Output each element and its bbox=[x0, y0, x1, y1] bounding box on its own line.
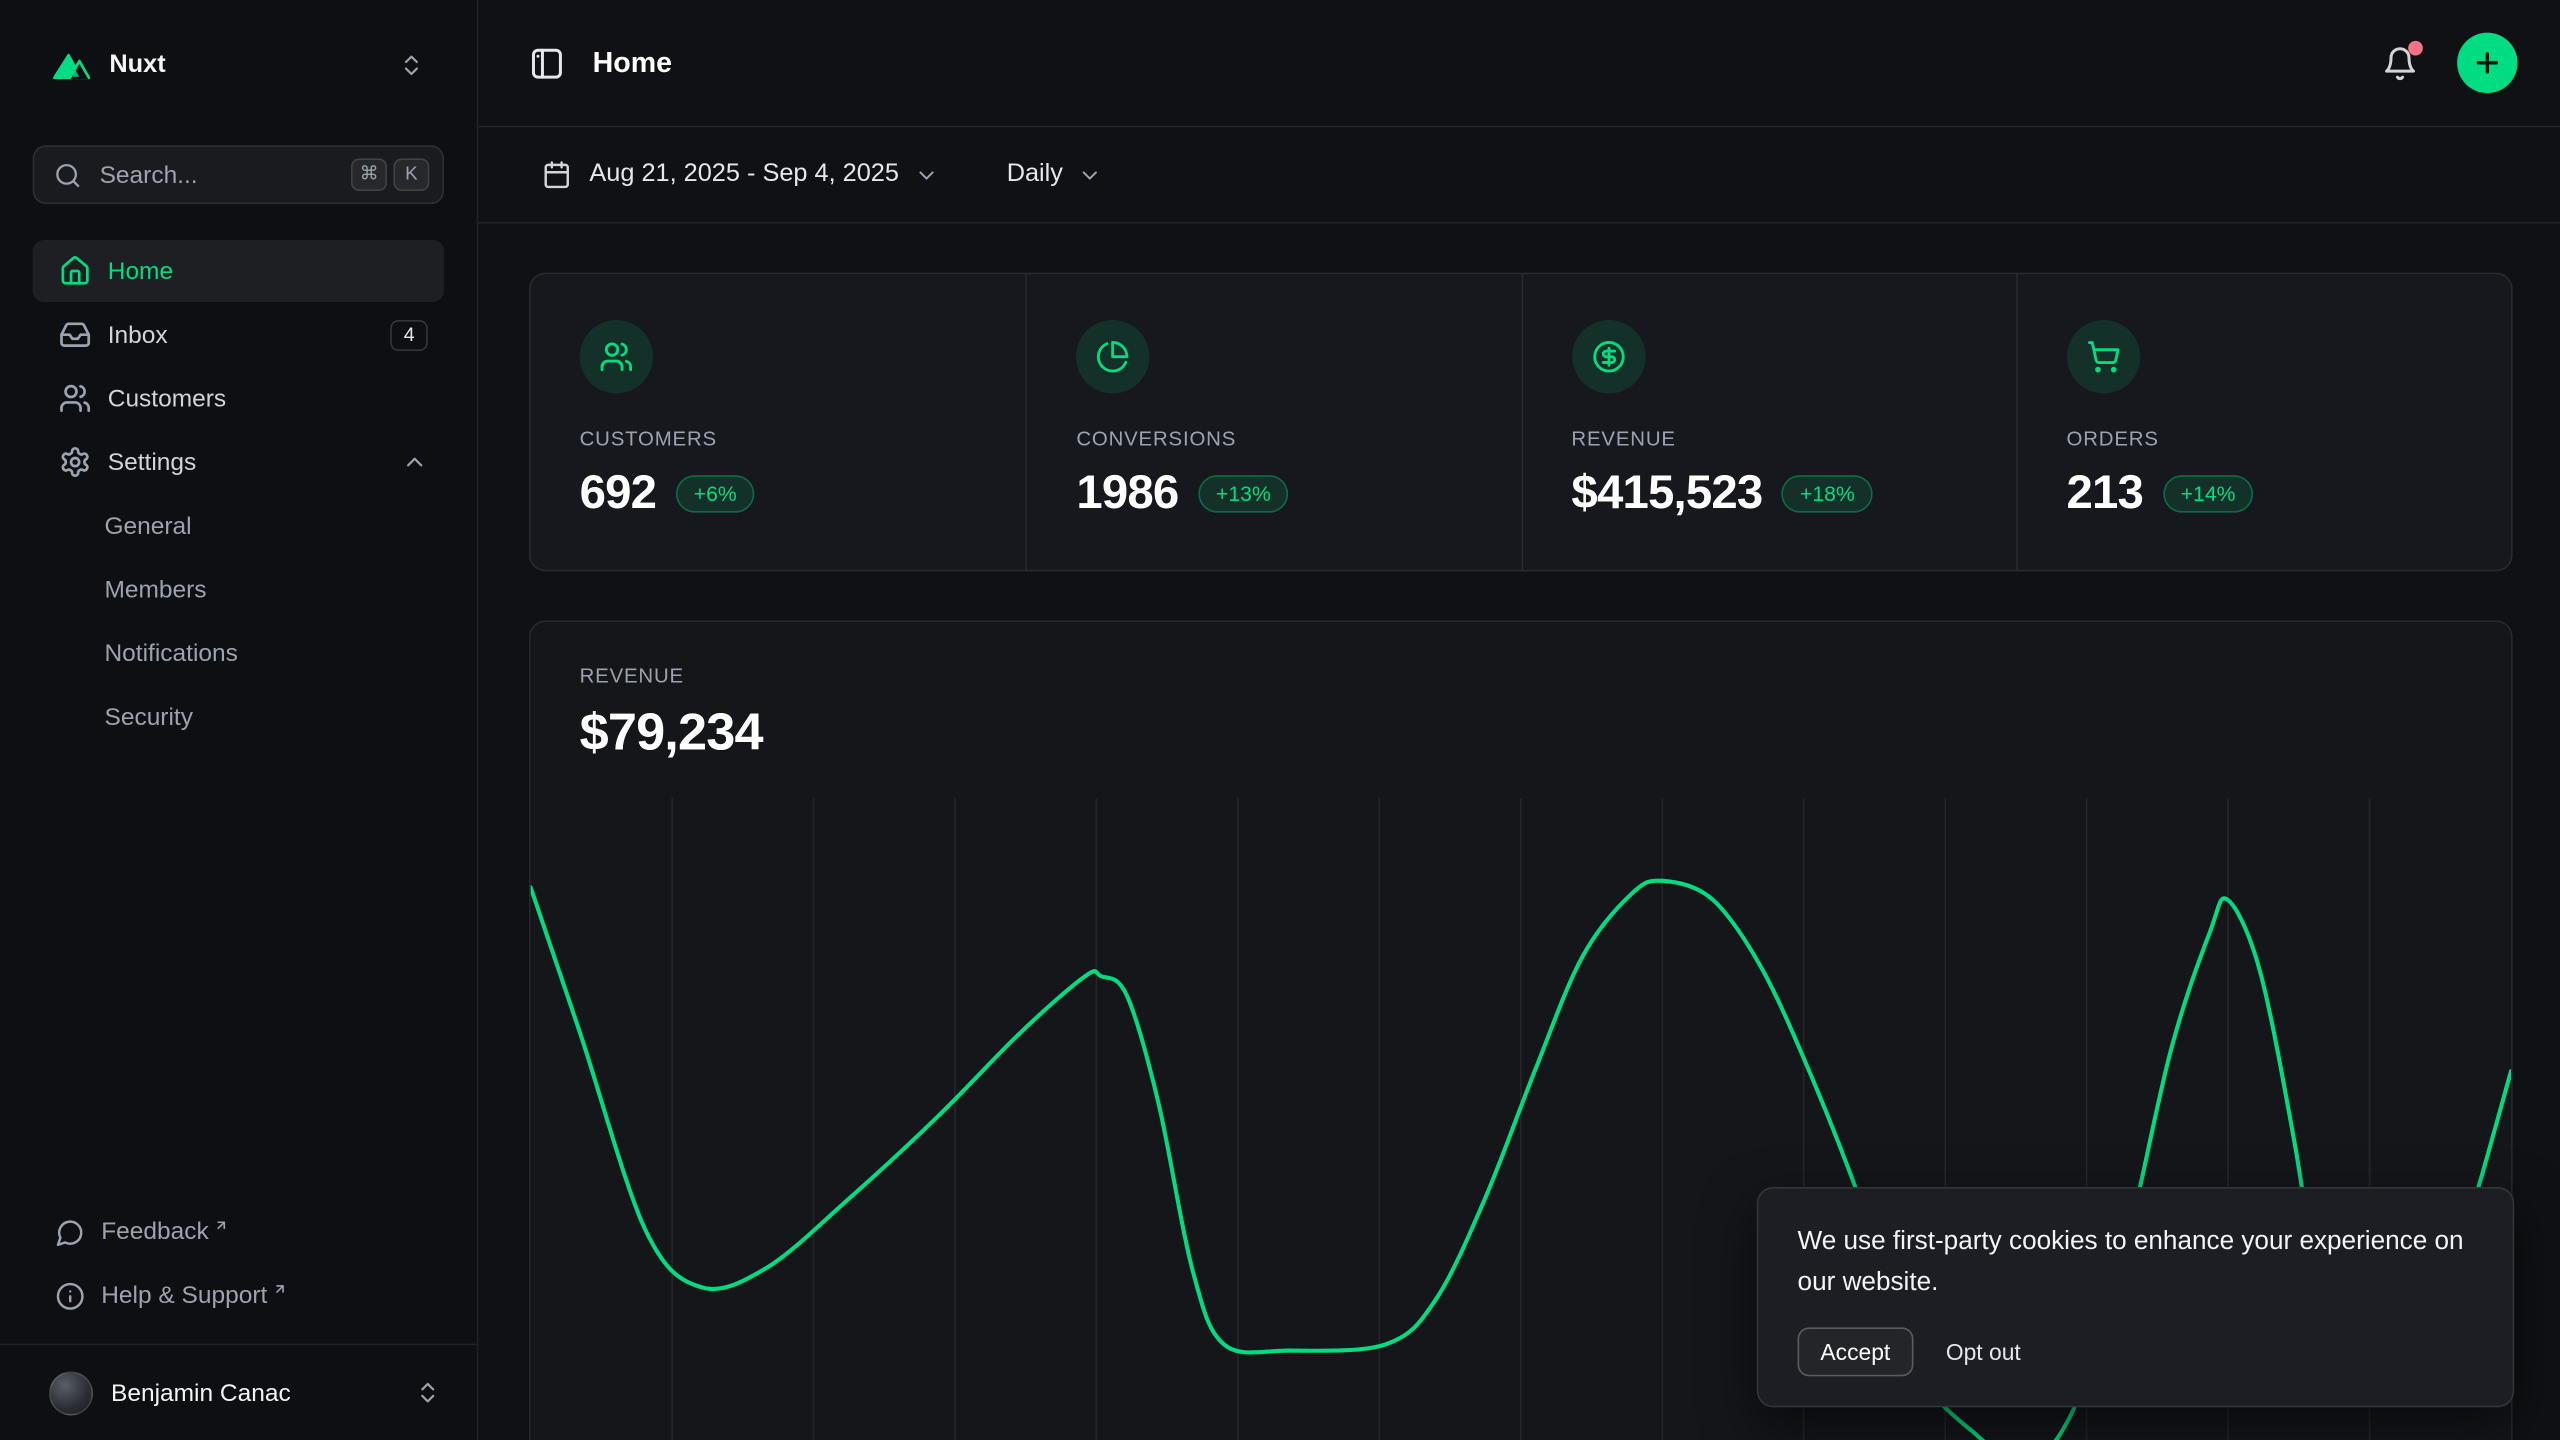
sidebar-item-label: Inbox bbox=[108, 321, 391, 349]
notification-dot bbox=[2408, 40, 2423, 55]
create-button[interactable] bbox=[2457, 33, 2517, 93]
help-circle-icon bbox=[56, 1281, 85, 1310]
home-icon bbox=[59, 255, 92, 288]
stat-label: REVENUE bbox=[1571, 428, 1967, 451]
filters-toolbar: Aug 21, 2025 - Sep 4, 2025 Daily bbox=[478, 127, 2560, 223]
sidebar-item-notifications[interactable]: Notifications bbox=[33, 622, 444, 686]
stat-delta-badge: +13% bbox=[1198, 475, 1289, 513]
dashboard-content: CUSTOMERS 692 +6% CONVERSIONS 1986 +13% bbox=[478, 224, 2560, 1440]
stat-customers: CUSTOMERS 692 +6% bbox=[531, 274, 1026, 570]
top-header: Home bbox=[478, 0, 2560, 127]
kbd-command: ⌘ bbox=[351, 158, 387, 191]
users-icon bbox=[580, 320, 653, 393]
revenue-chart-label: REVENUE bbox=[580, 664, 2462, 687]
date-range-label: Aug 21, 2025 - Sep 4, 2025 bbox=[589, 160, 899, 189]
accept-button[interactable]: Accept bbox=[1798, 1327, 1914, 1376]
app-window: Nuxt ⌘ K Home Inb bbox=[0, 0, 2560, 1440]
users-icon bbox=[59, 382, 92, 415]
sidebar-item-label: Settings bbox=[108, 448, 402, 476]
avatar bbox=[49, 1371, 93, 1415]
stat-value: $415,523 bbox=[1571, 467, 1762, 521]
help-support-label: Help & Support bbox=[101, 1282, 267, 1310]
workspace-switcher[interactable]: Nuxt bbox=[33, 29, 444, 101]
stat-delta-badge: +6% bbox=[676, 475, 755, 513]
search-icon bbox=[54, 161, 82, 189]
stat-orders: ORDERS 213 +14% bbox=[2016, 274, 2511, 570]
granularity-select[interactable]: Daily bbox=[994, 150, 1116, 199]
sidebar-item-members[interactable]: Members bbox=[33, 558, 444, 622]
inbox-icon bbox=[59, 318, 92, 351]
sidebar-item-label: Customers bbox=[108, 384, 428, 412]
sidebar-nav: Home Inbox 4 Customers Settings bbox=[33, 240, 444, 749]
sidebar-item-home[interactable]: Home bbox=[33, 240, 444, 302]
inbox-count-badge: 4 bbox=[391, 319, 428, 350]
chat-bubble-icon bbox=[56, 1217, 85, 1246]
stat-label: ORDERS bbox=[2067, 428, 2463, 451]
chevrons-up-down-icon bbox=[415, 1380, 441, 1406]
nuxt-logo-icon bbox=[52, 51, 91, 80]
sidebar-item-general[interactable]: General bbox=[33, 495, 444, 559]
settings-submenu: General Members Notifications Security bbox=[33, 495, 444, 750]
chevron-down-icon bbox=[914, 162, 938, 186]
sidebar-item-security[interactable]: Security bbox=[33, 686, 444, 750]
stat-value: 213 bbox=[2067, 467, 2144, 521]
stat-delta-badge: +18% bbox=[1782, 475, 1873, 513]
search-box[interactable]: ⌘ K bbox=[33, 145, 444, 204]
stats-panel: CUSTOMERS 692 +6% CONVERSIONS 1986 +13% bbox=[529, 273, 2513, 572]
kbd-k: K bbox=[393, 158, 429, 191]
sidebar-toggle-button[interactable] bbox=[529, 45, 565, 81]
search-input[interactable] bbox=[96, 159, 344, 190]
page-title: Home bbox=[593, 46, 2376, 80]
cart-icon bbox=[2067, 320, 2140, 393]
feedback-link[interactable]: Feedback bbox=[33, 1200, 444, 1264]
feedback-label: Feedback bbox=[101, 1218, 209, 1246]
sidebar: Nuxt ⌘ K Home Inb bbox=[0, 0, 478, 1440]
main-area: Home Aug 21, 2025 - Sep 4, 2025 Daily bbox=[478, 0, 2560, 1440]
sidebar-footer-links: Feedback Help & Support bbox=[33, 1200, 444, 1327]
stat-label: CONVERSIONS bbox=[1076, 428, 1472, 451]
chevrons-up-down-icon bbox=[398, 52, 424, 78]
notifications-button[interactable] bbox=[2376, 38, 2425, 87]
external-link-icon bbox=[214, 1217, 229, 1232]
calendar-icon bbox=[542, 160, 571, 189]
user-name: Benjamin Canac bbox=[111, 1379, 415, 1407]
dollar-circle-icon bbox=[1571, 320, 1644, 393]
sidebar-item-settings[interactable]: Settings bbox=[33, 431, 444, 493]
sidebar-item-customers[interactable]: Customers bbox=[33, 367, 444, 429]
chevron-down-icon bbox=[1078, 162, 1102, 186]
stat-value: 1986 bbox=[1076, 467, 1178, 521]
stat-value: 692 bbox=[580, 467, 657, 521]
stat-revenue: REVENUE $415,523 +18% bbox=[1521, 274, 2016, 570]
sidebar-item-label: Home bbox=[108, 257, 428, 285]
gear-icon bbox=[59, 446, 92, 479]
cookie-banner: We use first-party cookies to enhance yo… bbox=[1757, 1188, 2515, 1408]
workspace-name: Nuxt bbox=[109, 51, 398, 80]
help-support-link[interactable]: Help & Support bbox=[33, 1264, 444, 1328]
revenue-chart-value: $79,234 bbox=[580, 702, 2462, 762]
stat-label: CUSTOMERS bbox=[580, 428, 977, 451]
chevron-up-icon bbox=[402, 449, 428, 475]
stat-delta-badge: +14% bbox=[2163, 475, 2254, 513]
external-link-icon bbox=[272, 1281, 287, 1296]
opt-out-button[interactable]: Opt out bbox=[1929, 1329, 2037, 1375]
chart-pie-icon bbox=[1076, 320, 1149, 393]
sidebar-item-inbox[interactable]: Inbox 4 bbox=[33, 304, 444, 366]
user-menu[interactable]: Benjamin Canac bbox=[0, 1344, 477, 1440]
granularity-label: Daily bbox=[1007, 160, 1063, 189]
cookie-message: We use first-party cookies to enhance yo… bbox=[1798, 1224, 2474, 1305]
date-range-picker[interactable]: Aug 21, 2025 - Sep 4, 2025 bbox=[529, 150, 951, 199]
stat-conversions: CONVERSIONS 1986 +13% bbox=[1026, 274, 1521, 570]
